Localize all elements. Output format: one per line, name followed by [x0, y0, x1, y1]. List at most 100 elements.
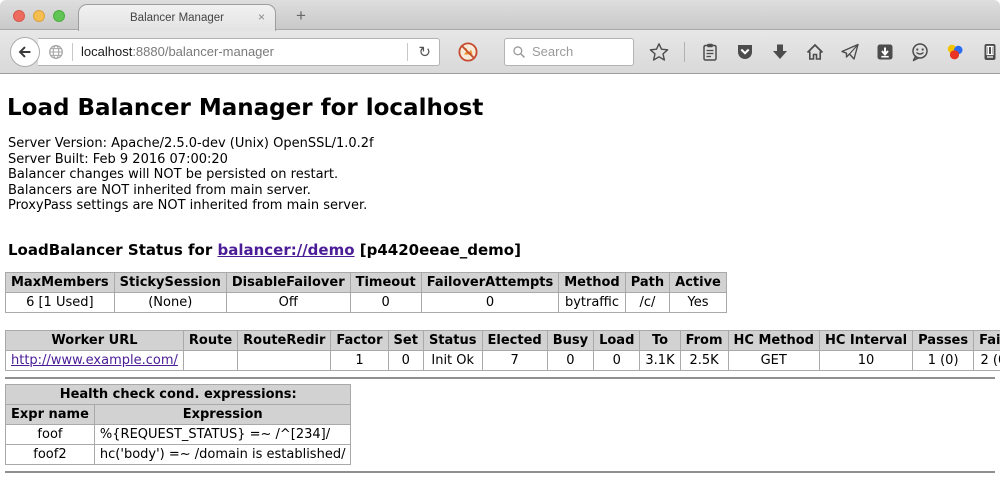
reading-list-clipboard-icon[interactable]: [700, 42, 720, 62]
column-header: Passes: [913, 330, 974, 350]
column-header: To: [640, 330, 680, 350]
page-content: Load Balancer Manager for localhost Serv…: [0, 74, 1000, 490]
tab-close-icon[interactable]: ×: [258, 11, 265, 23]
toolbar-icons: ▾: [649, 42, 1000, 62]
column-header: Busy: [547, 330, 593, 350]
cell-to: 3.1K: [640, 350, 680, 370]
tab-bar: Balancer Manager × +: [0, 0, 1000, 30]
heading-suffix: [p4420eeae_demo]: [355, 241, 521, 259]
cell-passes: 1 (0): [913, 350, 974, 370]
cell-path: /c/: [625, 292, 669, 312]
column-header: StickySession: [114, 272, 226, 292]
server-version-line: Server Version: Apache/2.5.0-dev (Unix) …: [8, 136, 1000, 152]
cell-method: bytraffic: [559, 292, 625, 312]
pocket-icon[interactable]: [735, 42, 755, 62]
bookmark-star-icon[interactable]: [649, 42, 669, 62]
search-input[interactable]: Search: [504, 38, 634, 66]
cell-maxmembers: 6 [1 Used]: [6, 292, 115, 312]
cell-expression: hc('body') =~ /domain is established/: [94, 444, 351, 464]
cell-status: Init Ok: [423, 350, 482, 370]
url-text[interactable]: localhost:8880/balancer-manager: [81, 44, 399, 59]
browser-window: Balancer Manager × + localhost:8880/bala…: [0, 0, 1000, 491]
heading-prefix: LoadBalancer Status for: [8, 241, 217, 259]
worker-row: http://www.example.com/ 1 0 Init Ok 7 0 …: [6, 350, 1000, 370]
health-check-table: Health check cond. expressions: Expr nam…: [5, 384, 351, 465]
health-title-row: Health check cond. expressions:: [6, 384, 351, 404]
column-header: Expr name: [6, 404, 95, 424]
column-header: Worker URL: [6, 330, 184, 350]
column-header: Load: [594, 330, 640, 350]
search-placeholder: Search: [532, 44, 573, 59]
health-row: foof %{REQUEST_STATUS} =~ /^[234]/: [6, 424, 351, 444]
column-header: MaxMembers: [6, 272, 115, 292]
server-info: Server Version: Apache/2.5.0-dev (Unix) …: [8, 136, 1000, 214]
worker-header-row: Worker URLRouteRouteRedirFactorSetStatus…: [6, 330, 1000, 350]
column-header: Path: [625, 272, 669, 292]
cell-factor: 1: [331, 350, 388, 370]
cell-disablefailover: Off: [226, 292, 350, 312]
back-button[interactable]: [10, 37, 40, 67]
balancer-inherit-line: Balancers are NOT inherited from main se…: [8, 183, 1000, 199]
window-close-button[interactable]: [13, 10, 25, 22]
send-plane-icon[interactable]: [840, 42, 860, 62]
cell-timeout: 0: [350, 292, 421, 312]
downloads-icon[interactable]: [770, 42, 790, 62]
reload-icon[interactable]: ↻: [416, 43, 433, 61]
window-zoom-button[interactable]: [53, 10, 65, 22]
new-tab-button[interactable]: +: [288, 4, 314, 28]
download-square-icon[interactable]: [875, 42, 895, 62]
cell-routeredir: [238, 350, 331, 370]
column-header: Factor: [331, 330, 388, 350]
column-header: Active: [670, 272, 727, 292]
column-header: HC Interval: [819, 330, 912, 350]
back-arrow-icon: [16, 43, 34, 61]
window-controls: [13, 10, 65, 22]
balancer-params-row: 6 [1 Used] (None) Off 0 0 bytraffic /c/ …: [6, 292, 727, 312]
cell-failoverattempts: 0: [421, 292, 559, 312]
window-minimize-button[interactable]: [33, 10, 45, 22]
column-header: Method: [559, 272, 625, 292]
toolbar-separator: [684, 42, 685, 62]
cell-load: 0: [594, 350, 640, 370]
column-header: Timeout: [350, 272, 421, 292]
column-header: DisableFailover: [226, 272, 350, 292]
cell-hc-interval: 10: [819, 350, 912, 370]
content-blocker-icon[interactable]: [457, 41, 479, 63]
balancer-demo-link[interactable]: balancer://demo: [217, 241, 354, 259]
health-header-row: Expr nameExpression: [6, 404, 351, 424]
worker-table: Worker URLRouteRouteRedirFactorSetStatus…: [5, 330, 1000, 371]
cell-route: [183, 350, 237, 370]
column-header: RouteRedir: [238, 330, 331, 350]
balancer-params-header-row: MaxMembersStickySessionDisableFailoverTi…: [6, 272, 727, 292]
home-icon[interactable]: [805, 42, 825, 62]
cell-elected: 7: [482, 350, 547, 370]
column-header: Fails: [974, 330, 1000, 350]
cell-active: Yes: [670, 292, 727, 312]
page-title: Load Balancer Manager for localhost: [7, 95, 1000, 121]
url-separator: [72, 43, 73, 61]
cell-expr-name: foof2: [6, 444, 95, 464]
url-path: :8880/balancer-manager: [132, 44, 274, 59]
tab-title: Balancer Manager: [130, 12, 224, 24]
column-header: Expression: [94, 404, 351, 424]
cell-fails: 2 (0): [974, 350, 1000, 370]
server-built-line: Server Built: Feb 9 2016 07:00:20: [8, 152, 1000, 168]
bottom-divider: [5, 471, 995, 473]
cell-stickysession: (None): [114, 292, 226, 312]
url-bar[interactable]: localhost:8880/balancer-manager ↻: [38, 38, 440, 66]
column-header: HC Method: [728, 330, 819, 350]
feedback-smiley-icon[interactable]: [910, 42, 930, 62]
navigation-toolbar: localhost:8880/balancer-manager ↻ Search: [0, 30, 1000, 74]
health-table-title: Health check cond. expressions:: [6, 384, 351, 404]
worker-url-link[interactable]: http://www.example.com/: [11, 353, 178, 368]
balancer-status-heading: LoadBalancer Status for balancer://demo …: [8, 241, 1000, 259]
column-header: Route: [183, 330, 237, 350]
balancer-params-table: MaxMembersStickySessionDisableFailoverTi…: [5, 272, 727, 313]
cell-worker-url: http://www.example.com/: [6, 350, 184, 370]
extension-colored-dots-icon[interactable]: [945, 42, 965, 62]
notes-panel-icon[interactable]: [980, 42, 1000, 62]
tab-balancer-manager[interactable]: Balancer Manager ×: [78, 4, 276, 31]
url-domain: localhost: [81, 44, 132, 59]
search-icon: [512, 45, 526, 59]
cell-busy: 0: [547, 350, 593, 370]
